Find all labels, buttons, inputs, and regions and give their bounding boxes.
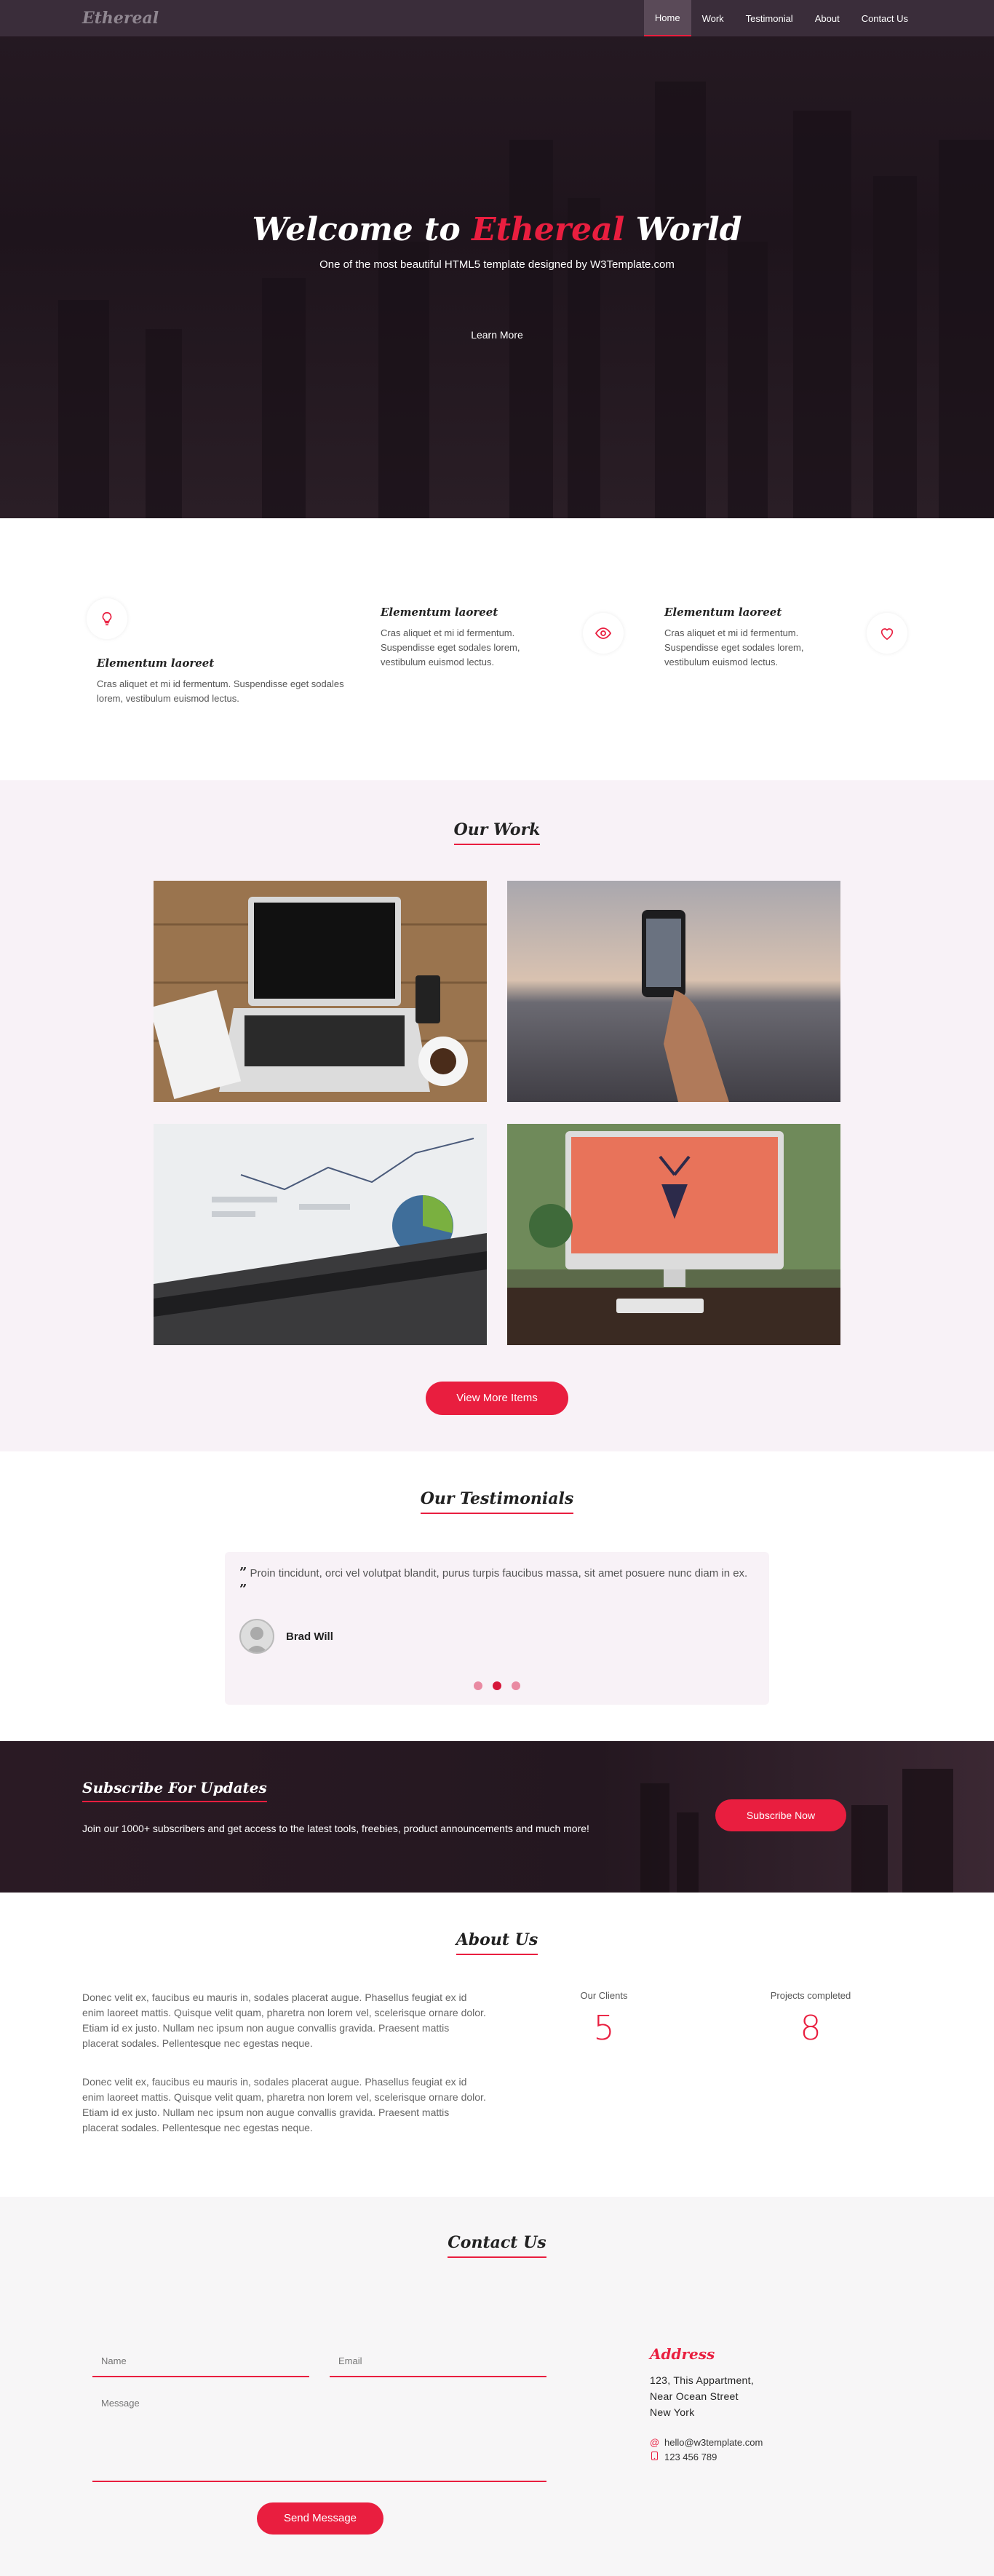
work-title: Our Work <box>0 820 994 845</box>
hero-content: Welcome to Ethereal World One of the mos… <box>0 211 994 346</box>
city-silhouette <box>902 1769 953 1893</box>
hero-title-pre: Welcome to <box>252 211 472 248</box>
imac-deer-photo[interactable] <box>507 1124 840 1345</box>
subscribe-title-text: Subscribe For Updates <box>82 1779 267 1802</box>
address-line: 123, This Appartment, <box>650 2374 755 2386</box>
hero-section: Welcome to Ethereal World One of the mos… <box>0 0 994 518</box>
address-line: New York <box>650 2406 695 2418</box>
feature-text: Cras aliquet et mi id fermentum. Suspend… <box>97 678 344 704</box>
stat-clients: Our Clients 5 <box>538 1990 669 2048</box>
stat-value: 5 <box>593 2008 615 2048</box>
nav-item-work[interactable]: Work <box>691 0 735 36</box>
phone-line: 123 456 789 <box>650 2452 717 2462</box>
name-input[interactable] <box>92 2350 309 2372</box>
name-field <box>92 2350 309 2377</box>
subscribe-title: Subscribe For Updates <box>82 1779 267 1802</box>
email-input[interactable] <box>330 2350 546 2372</box>
nav-item-testimonial[interactable]: Testimonial <box>735 0 804 36</box>
about-paragraph: Donec velit ex, faucibus eu mauris in, s… <box>82 1992 486 2049</box>
nav-item-contact[interactable]: Contact Us <box>851 0 919 36</box>
address-line: Near Ocean Street <box>650 2390 739 2402</box>
hero-title-post: World <box>624 211 742 248</box>
lightbulb-icon <box>87 598 127 639</box>
testimonial-quote: ” Proin tincidunt, orci vel volutpat bla… <box>239 1565 749 1598</box>
email-field <box>330 2350 546 2377</box>
about-section: About Us Donec velit ex, faucibus eu mau… <box>0 1893 994 2197</box>
send-message-button[interactable]: Send Message <box>257 2502 383 2535</box>
message-input[interactable] <box>92 2392 546 2469</box>
subscribe-text: Join our 1000+ subscribers and get acces… <box>82 1823 589 1834</box>
testimonials-title: Our Testimonials <box>0 1489 994 1514</box>
testimonial-author: Brad Will <box>286 1630 333 1643</box>
feature-title: Elementum laoreet <box>381 606 498 619</box>
contact-section: Contact Us Send Message Address 123, Thi… <box>0 2197 994 2576</box>
view-more-items-button[interactable]: View More Items <box>426 1382 568 1415</box>
stat-label: Our Clients <box>580 1990 628 2001</box>
hero-title-accent: Ethereal <box>472 211 625 248</box>
nav-item-about[interactable]: About <box>804 0 851 36</box>
subscribe-now-button[interactable]: Subscribe Now <box>715 1799 846 1831</box>
feature-text: Cras aliquet et mi id fermentum. Suspend… <box>664 627 804 667</box>
phone-sunset-photo[interactable] <box>507 881 840 1102</box>
city-silhouette <box>146 329 182 518</box>
feature-title: Elementum laoreet <box>664 606 782 619</box>
quote-open-icon: ” <box>239 1565 247 1580</box>
email-line: @ hello@w3template.com <box>650 2437 763 2448</box>
nav-menu: Home Work Testimonial About Contact Us <box>643 0 919 36</box>
feature-body: Elementum laoreet Cras aliquet et mi id … <box>381 606 555 670</box>
testimonial-card: ” Proin tincidunt, orci vel volutpat bla… <box>225 1552 769 1705</box>
top-navbar: Ethereal Home Work Testimonial About Con… <box>0 0 994 36</box>
about-paragraph: Donec velit ex, faucibus eu mauris in, s… <box>82 2076 486 2133</box>
contact-email[interactable]: hello@w3template.com <box>664 2437 763 2448</box>
at-icon: @ <box>650 2437 660 2448</box>
about-title: About Us <box>0 1930 994 1955</box>
avatar <box>239 1619 274 1654</box>
subscribe-section: Subscribe For Updates Join our 1000+ sub… <box>0 1741 994 1893</box>
analytics-laptop-photo[interactable] <box>154 1124 487 1345</box>
feature-title: Elementum laoreet <box>97 657 215 670</box>
work-title-text: Our Work <box>453 820 541 845</box>
contact-phone[interactable]: 123 456 789 <box>664 2452 717 2462</box>
about-title-text: About Us <box>456 1930 538 1955</box>
carousel-dot[interactable] <box>512 1681 520 1690</box>
hero-title: Welcome to Ethereal World <box>0 211 994 248</box>
stat-projects: Projects completed 8 <box>745 1990 876 2048</box>
quote-text: Proin tincidunt, orci vel volutpat bland… <box>250 1567 748 1580</box>
testimonials-title-text: Our Testimonials <box>420 1489 574 1514</box>
city-silhouette <box>640 1783 669 1893</box>
laptop-desk-photo[interactable] <box>154 881 487 1102</box>
work-section: Our Work View More Items <box>0 780 994 1451</box>
phone-icon <box>650 2452 659 2462</box>
message-field <box>92 2392 546 2482</box>
brand-logo[interactable]: Ethereal <box>82 9 159 28</box>
stat-label: Projects completed <box>770 1990 851 2001</box>
city-silhouette <box>677 1812 699 1893</box>
contact-title: Contact Us <box>0 2233 994 2258</box>
carousel-dot-active[interactable] <box>493 1681 501 1690</box>
carousel-dots <box>225 1681 769 1690</box>
hero-subtitle: One of the most beautiful HTML5 template… <box>319 258 675 271</box>
learn-more-button[interactable]: Learn More <box>459 323 535 346</box>
stat-value: 8 <box>800 2008 822 2048</box>
eye-icon <box>583 613 624 654</box>
nav-item-home[interactable]: Home <box>643 0 691 36</box>
testimonials-section: Our Testimonials ” Proin tincidunt, orci… <box>0 1451 994 1741</box>
features-section: Elementum laoreet Cras aliquet et mi id … <box>0 518 994 780</box>
contact-title-text: Contact Us <box>448 2233 546 2258</box>
city-silhouette <box>851 1805 888 1893</box>
feature-body: Elementum laoreet Cras aliquet et mi id … <box>664 606 839 670</box>
feature-body: Elementum laoreet Cras aliquet et mi id … <box>97 657 344 706</box>
quote-close-icon: ” <box>239 1582 247 1597</box>
heart-icon <box>867 613 907 654</box>
feature-text: Cras aliquet et mi id fermentum. Suspend… <box>381 627 520 667</box>
address-title: Address <box>650 2345 715 2363</box>
carousel-dot[interactable] <box>474 1681 482 1690</box>
